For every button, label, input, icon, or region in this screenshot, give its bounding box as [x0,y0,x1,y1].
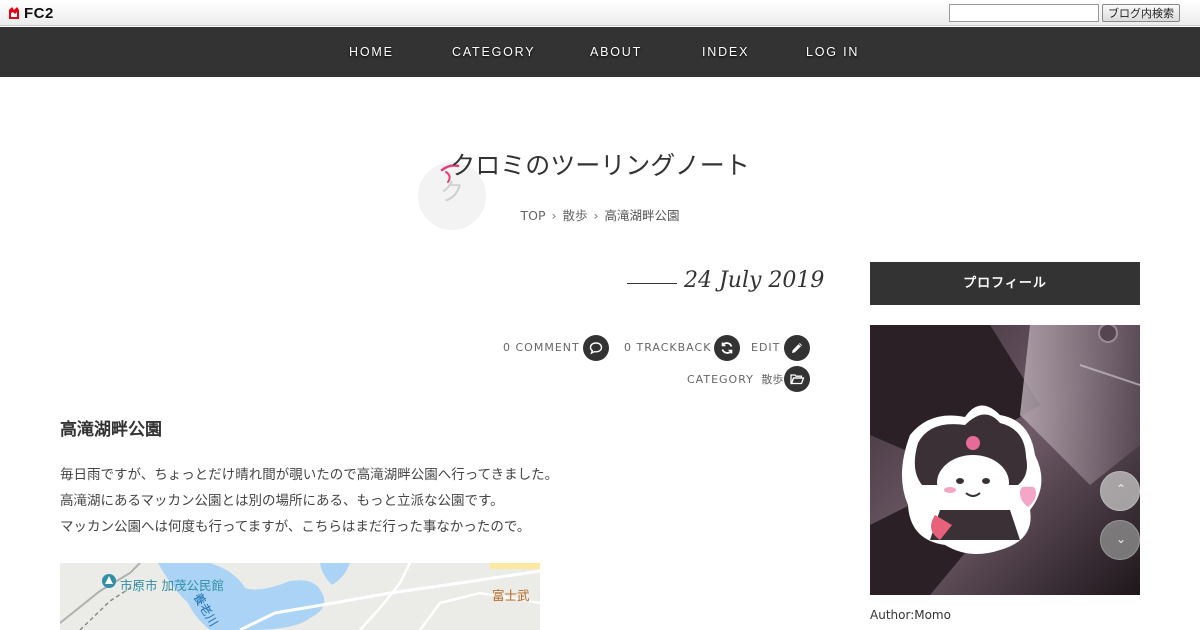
scroll-up-button[interactable]: ⌃ [1100,471,1140,511]
fc2-logo[interactable]: FC2 [6,4,54,22]
category-meta-value[interactable]: 散歩 [761,373,783,386]
fc2-logo-text: FC2 [24,4,54,22]
chevron-up-icon: ⌃ [1115,482,1127,496]
nav-item-category[interactable]: CATEGORY [452,45,535,59]
nav-item-home[interactable]: HOME [349,45,394,59]
category-meta: CATEGORY 散歩 [687,371,783,387]
comment-link[interactable]: 0 COMMENT [503,341,580,354]
fc2-header-bar: FC2 ブログ内検索 [0,0,1200,26]
folder-open-icon[interactable] [784,366,810,392]
nav-item-login[interactable]: LOG IN [806,45,859,59]
nav-item-about[interactable]: ABOUT [590,45,642,59]
map-graphic [60,563,540,630]
nav-item-index[interactable]: INDEX [702,45,749,59]
profile-heading: プロフィール [870,262,1140,305]
breadcrumb-current: 高滝湖畔公園 [604,208,680,223]
entry-paragraph: マッカン公園へは何度も行ってますが、こちらはまだ行った事なかったので。 [60,519,531,535]
edit-link[interactable]: EDIT [751,341,780,354]
refresh-icon[interactable] [714,335,740,361]
kuromi-sticker-photo [870,325,1140,595]
pencil-icon[interactable] [784,335,810,361]
scroll-down-button[interactable]: ⌄ [1100,520,1140,560]
breadcrumb-separator: › [593,208,599,223]
main-nav: HOME CATEGORY ABOUT INDEX LOG IN [0,27,1200,77]
profile-author: Author:Momo [870,608,951,622]
embedded-map[interactable]: 市原市 加茂公民館 養老川 富士武 [60,563,540,630]
breadcrumb-top[interactable]: TOP [520,208,545,223]
blog-search-input[interactable] [949,4,1099,22]
blog-search-button[interactable]: ブログ内検索 [1102,4,1180,22]
blog-title[interactable]: クロミのツーリングノート [0,146,1200,182]
breadcrumb-separator: › [551,208,557,223]
comment-icon[interactable] [583,335,609,361]
chevron-down-icon: ⌄ [1115,532,1127,546]
entry-date: 24 July 2019 [684,268,825,293]
title-decoration-char: ク [440,178,464,206]
category-meta-label: CATEGORY [687,373,754,386]
entry-title[interactable]: 高滝湖畔公園 [60,415,162,440]
map-place-label: 市原市 加茂公民館 [120,578,224,593]
profile-image [870,325,1140,595]
breadcrumb-category[interactable]: 散歩 [562,208,587,223]
fc2-search: ブログ内検索 [949,4,1180,22]
entry-paragraph: 高滝湖にあるマッカン公園とは別の場所にある、もっと立派な公園です。 [60,493,504,509]
trackback-link[interactable]: 0 TRACKBACK [624,341,711,354]
entry-paragraph: 毎日雨ですが、ちょっとだけ晴れ間が覗いたので高滝湖畔公園へ行ってきました。 [60,467,559,483]
map-right-label: 富士武 [492,588,530,603]
fc2-logo-icon [9,7,19,19]
date-divider [627,283,677,284]
breadcrumb: TOP › 散歩 › 高滝湖畔公園 [0,205,1200,224]
